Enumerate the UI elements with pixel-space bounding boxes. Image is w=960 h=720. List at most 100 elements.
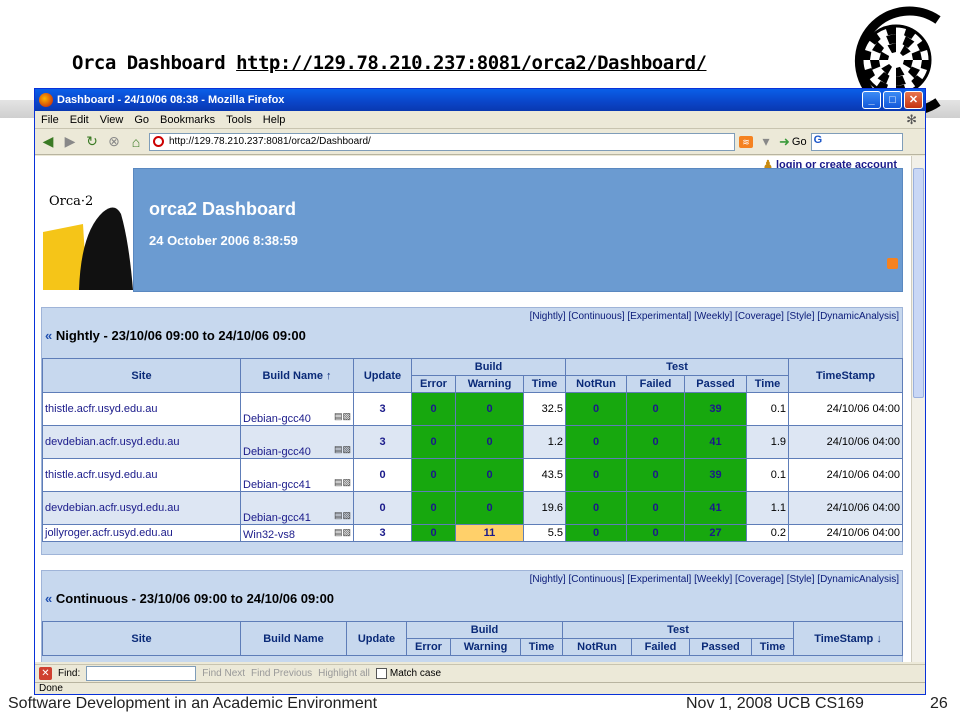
url-dropdown-icon[interactable]: ▾: [757, 133, 775, 150]
col-passed[interactable]: Passed: [684, 375, 748, 393]
notrun-cell[interactable]: 0: [565, 425, 628, 459]
match-case-checkbox[interactable]: Match case: [375, 667, 441, 679]
error-cell[interactable]: 0: [411, 425, 456, 459]
failed-cell[interactable]: 0: [626, 392, 686, 426]
col-notrun[interactable]: NotRun: [565, 375, 628, 393]
failed-cell[interactable]: 0: [626, 524, 686, 542]
minimize-button[interactable]: _: [862, 91, 881, 109]
warning-cell[interactable]: 0: [455, 458, 524, 492]
notes-icon[interactable]: ▤▧: [334, 527, 351, 538]
warning-cell[interactable]: 0: [455, 491, 524, 525]
stop-icon[interactable]: ⊗: [105, 133, 123, 150]
notes-icon[interactable]: ▤▧: [334, 510, 351, 521]
find-input[interactable]: [86, 666, 197, 681]
passed-cell[interactable]: 39: [684, 458, 748, 492]
notes-icon[interactable]: ▤▧: [334, 444, 351, 455]
find-next-button[interactable]: Find Next: [202, 668, 245, 679]
update-cell[interactable]: 3: [353, 524, 412, 542]
slide-title-url[interactable]: http://129.78.210.237:8081/orca2/Dashboa…: [236, 52, 707, 74]
col-update[interactable]: Update: [353, 358, 412, 393]
back-arrow-icon[interactable]: ◀: [39, 133, 57, 150]
banner-rss-icon[interactable]: [887, 258, 898, 269]
warning-cell[interactable]: 11: [455, 524, 524, 542]
failed-cell[interactable]: 0: [626, 458, 686, 492]
collapse-arrow-icon[interactable]: «: [45, 328, 52, 343]
site-link[interactable]: thistle.acfr.usyd.edu.au: [42, 392, 241, 426]
update-cell[interactable]: 3: [353, 425, 412, 459]
find-previous-button[interactable]: Find Previous: [251, 668, 312, 679]
error-cell[interactable]: 0: [411, 524, 456, 542]
passed-cell[interactable]: 27: [684, 524, 748, 542]
close-find-icon[interactable]: ✕: [39, 667, 52, 680]
address-bar[interactable]: http://129.78.210.237:8081/orca2/Dashboa…: [149, 132, 735, 151]
passed-cell[interactable]: 41: [684, 491, 748, 525]
build-name-cell[interactable]: ▤▧ Debian-gcc41: [240, 491, 354, 525]
build-name-cell[interactable]: ▤▧ Debian-gcc40: [240, 425, 354, 459]
col-error[interactable]: Error: [411, 375, 456, 393]
search-box[interactable]: G: [810, 132, 903, 151]
nav-links-text[interactable]: [Nightly] [Continuous] [Experimental] [W…: [530, 311, 899, 322]
build-name-cell[interactable]: ▤▧ Win32-vs8: [240, 524, 354, 542]
col-timestamp[interactable]: TimeStamp: [788, 358, 904, 393]
notes-icon[interactable]: ▤▧: [334, 477, 351, 488]
section-nav-links-2[interactable]: [Nightly] [Continuous] [Experimental] [W…: [530, 574, 899, 585]
go-button[interactable]: ➜ Go: [779, 134, 807, 150]
build-name-link[interactable]: Debian-gcc40: [243, 446, 311, 458]
notes-icon[interactable]: ▤▧: [334, 411, 351, 422]
vertical-scrollbar[interactable]: [911, 156, 925, 662]
update-cell[interactable]: 0: [353, 458, 412, 492]
col-test-time[interactable]: Time: [746, 375, 790, 393]
col-build-name-2[interactable]: Build Name: [240, 621, 347, 656]
col-build-time-2[interactable]: Time: [519, 638, 564, 656]
col-update-2[interactable]: Update: [346, 621, 407, 656]
build-name-cell[interactable]: ▤▧ Debian-gcc40: [240, 392, 354, 426]
close-button[interactable]: ✕: [904, 91, 923, 109]
failed-cell[interactable]: 0: [626, 425, 686, 459]
reload-icon[interactable]: ↻: [83, 133, 101, 150]
site-link[interactable]: devdebian.acfr.usyd.edu.au: [42, 491, 241, 525]
menu-bookmarks[interactable]: Bookmarks: [160, 114, 215, 126]
menu-file[interactable]: File: [41, 114, 59, 126]
warning-cell[interactable]: 0: [455, 425, 524, 459]
menu-view[interactable]: View: [100, 114, 124, 126]
col-test-time-2[interactable]: Time: [751, 638, 795, 656]
build-name-link[interactable]: Debian-gcc41: [243, 479, 311, 491]
rss-feed-icon[interactable]: ≋: [739, 135, 753, 148]
col-failed-2[interactable]: Failed: [631, 638, 691, 656]
col-notrun-2[interactable]: NotRun: [562, 638, 633, 656]
col-passed-2[interactable]: Passed: [689, 638, 753, 656]
col-build-name[interactable]: Build Name ↑: [240, 358, 354, 393]
menu-go[interactable]: Go: [134, 114, 149, 126]
build-name-link[interactable]: Debian-gcc40: [243, 413, 311, 425]
col-site[interactable]: Site: [42, 358, 241, 393]
notrun-cell[interactable]: 0: [565, 524, 628, 542]
notrun-cell[interactable]: 0: [565, 458, 628, 492]
error-cell[interactable]: 0: [411, 458, 456, 492]
col-site-2[interactable]: Site: [42, 621, 241, 656]
site-link[interactable]: devdebian.acfr.usyd.edu.au: [42, 425, 241, 459]
collapse-arrow-icon-2[interactable]: «: [45, 591, 52, 606]
update-cell[interactable]: 3: [353, 392, 412, 426]
build-name-cell[interactable]: ▤▧ Debian-gcc41: [240, 458, 354, 492]
notrun-cell[interactable]: 0: [565, 491, 628, 525]
forward-arrow-icon[interactable]: ▶: [61, 133, 79, 150]
col-timestamp-2[interactable]: TimeStamp ↓: [793, 621, 904, 656]
failed-cell[interactable]: 0: [626, 491, 686, 525]
site-link[interactable]: jollyroger.acfr.usyd.edu.au: [42, 524, 241, 542]
maximize-button[interactable]: □: [883, 91, 902, 109]
update-cell[interactable]: 0: [353, 491, 412, 525]
site-link[interactable]: thistle.acfr.usyd.edu.au: [42, 458, 241, 492]
menu-tools[interactable]: Tools: [226, 114, 252, 126]
passed-cell[interactable]: 41: [684, 425, 748, 459]
build-name-link[interactable]: Win32-vs8: [243, 529, 295, 541]
notrun-cell[interactable]: 0: [565, 392, 628, 426]
warning-cell[interactable]: 0: [455, 392, 524, 426]
home-icon[interactable]: ⌂: [127, 134, 145, 150]
col-warning[interactable]: Warning: [455, 375, 524, 393]
highlight-all-button[interactable]: Highlight all: [318, 668, 370, 679]
col-build-time[interactable]: Time: [522, 375, 567, 393]
scrollbar-thumb[interactable]: [913, 168, 924, 398]
col-warning-2[interactable]: Warning: [450, 638, 521, 656]
build-name-link[interactable]: Debian-gcc41: [243, 512, 311, 524]
menu-help[interactable]: Help: [263, 114, 286, 126]
